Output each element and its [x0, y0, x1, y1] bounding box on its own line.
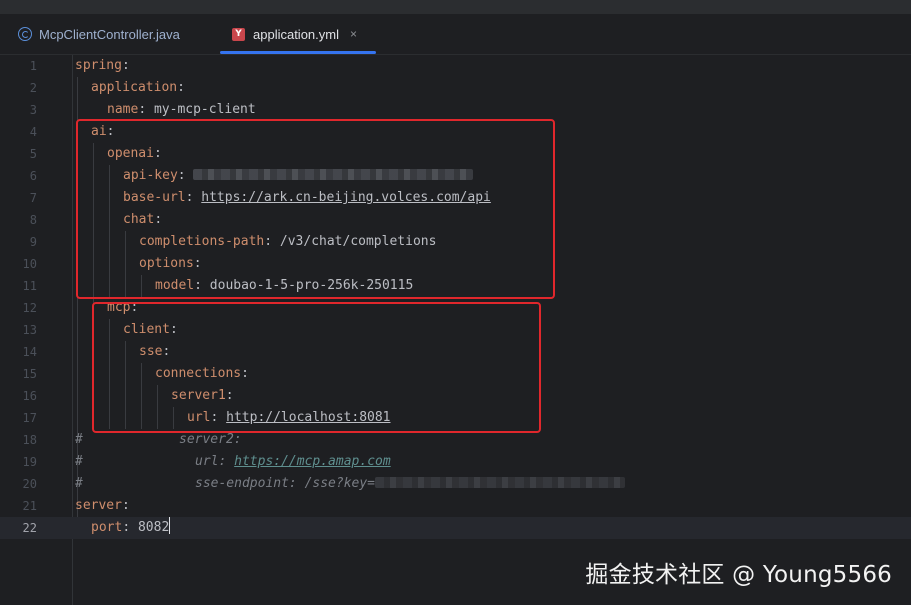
- watermark-text: 掘金技术社区 @ Young5566: [585, 562, 892, 588]
- yaml-key: port: [91, 520, 123, 535]
- code-line: 2 application:: [0, 77, 911, 99]
- yaml-file-icon: Y: [232, 27, 245, 41]
- comment-hash: #: [75, 454, 83, 469]
- yaml-key: name: [107, 102, 139, 117]
- line-number: 15: [22, 367, 37, 381]
- line-number: 19: [22, 455, 37, 469]
- line-number: 21: [22, 499, 37, 513]
- line-number: 8: [29, 213, 37, 227]
- close-icon[interactable]: ×: [350, 27, 357, 41]
- highlight-box-ai-config: [76, 119, 555, 299]
- text-caret: [169, 517, 171, 534]
- comment-url-link[interactable]: https://mcp.amap.com: [234, 454, 391, 469]
- code-line: 3 name: my-mcp-client: [0, 99, 911, 121]
- redacted-sse-key: [375, 477, 626, 488]
- line-number: 12: [22, 301, 37, 315]
- yaml-colon: :: [121, 498, 130, 513]
- line-number: 2: [29, 81, 37, 95]
- line-number: 13: [22, 323, 37, 337]
- yaml-colon: :: [177, 80, 185, 95]
- window-top-strip: ▔ ▔ ▔: [0, 0, 911, 14]
- line-number: 3: [29, 103, 37, 117]
- line-number: 16: [22, 389, 37, 403]
- line-number: 20: [22, 477, 37, 491]
- editor-tab-bar: McpClientController.java Y application.y…: [0, 14, 911, 55]
- code-line: 1 spring:: [0, 55, 911, 77]
- yaml-colon: :: [121, 58, 130, 73]
- tab-label: McpClientController.java: [39, 26, 180, 42]
- yaml-value: my-mcp-client: [153, 102, 256, 117]
- tab-application-yml[interactable]: Y application.yml ×: [220, 14, 376, 54]
- comment-text: sse-endpoint: /sse?key=: [195, 476, 376, 491]
- yaml-key: spring: [75, 58, 122, 73]
- yaml-colon: :: [138, 102, 154, 117]
- yaml-key: server: [75, 498, 122, 513]
- comment-text: server2:: [179, 432, 242, 447]
- line-number: 4: [29, 125, 37, 139]
- comment-hash: #: [75, 432, 83, 447]
- code-line-current: 22 port: 8082: [0, 517, 911, 539]
- code-editor[interactable]: 1 spring: 2 application: 3 name: my-mcp-…: [0, 55, 911, 605]
- line-number: 22: [22, 521, 37, 535]
- code-line: 19 # url: https://mcp.amap.com: [0, 451, 911, 473]
- comment-hash: #: [75, 476, 83, 491]
- window-controls-icon[interactable]: ▔ ▔ ▔: [818, 0, 900, 10]
- line-number: 17: [22, 411, 37, 425]
- yaml-value: 8082: [137, 520, 170, 535]
- line-number: 1: [29, 59, 37, 73]
- tab-label: application.yml: [253, 26, 339, 42]
- java-class-icon: [18, 27, 32, 41]
- highlight-box-mcp-config: [92, 302, 541, 433]
- line-number: 5: [29, 147, 37, 161]
- code-line: 21 server:: [0, 495, 911, 517]
- active-tab-indicator: [220, 51, 376, 54]
- tab-mcp-client-controller[interactable]: McpClientController.java: [18, 14, 180, 54]
- yaml-key: application: [91, 80, 178, 95]
- code-line: 20 # sse-endpoint: /sse?key=: [0, 473, 911, 495]
- line-number: 6: [29, 169, 37, 183]
- line-number: 18: [22, 433, 37, 447]
- line-number: 11: [22, 279, 37, 293]
- line-number: 14: [22, 345, 37, 359]
- comment-text: url:: [195, 454, 235, 469]
- yaml-colon: :: [122, 520, 138, 535]
- line-number: 7: [29, 191, 37, 205]
- line-number: 9: [29, 235, 37, 249]
- line-number: 10: [22, 257, 37, 271]
